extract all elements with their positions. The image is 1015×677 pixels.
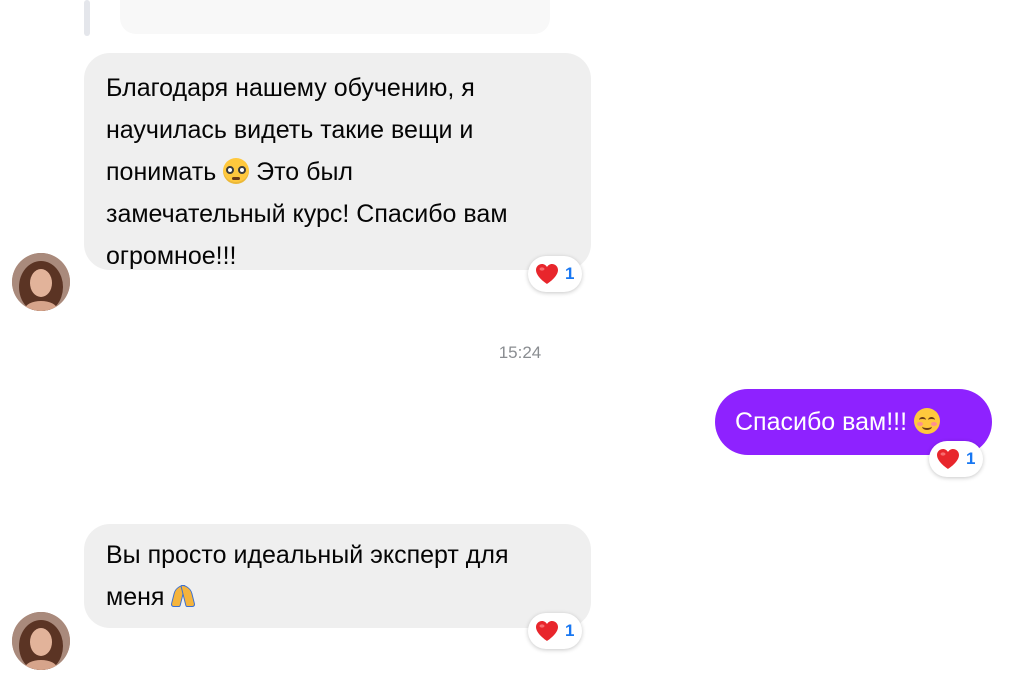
heart-icon [937, 449, 959, 469]
smiling-face-icon [914, 408, 941, 434]
reaction-count: 1 [565, 621, 575, 640]
incoming-message-bubble[interactable]: Благодаря нашему обучению, я научилась в… [84, 53, 591, 270]
heart-reaction[interactable]: 1 [528, 256, 583, 292]
reaction-count: 1 [565, 264, 575, 283]
message-text: меня [106, 583, 165, 611]
incoming-message-bubble[interactable]: Вы просто идеальный эксперт для меня [84, 524, 591, 628]
heart-reaction[interactable]: 1 [528, 613, 583, 649]
message-timestamp: 15:24 [498, 343, 542, 362]
message-line-with-emoji: меня [106, 576, 569, 618]
heart-reaction[interactable]: 1 [929, 441, 984, 477]
message-line-with-emoji: понимать Это был [106, 151, 569, 193]
nerd-face-icon [223, 158, 250, 184]
reply-quote-line [84, 0, 90, 36]
message-text: понимать [106, 158, 217, 186]
message-line: замечательный курс! Спасибо вам [106, 200, 508, 228]
previous-message-fragment [120, 0, 550, 34]
message-text: Это был [256, 158, 354, 186]
heart-icon [536, 621, 558, 641]
reaction-count: 1 [966, 449, 976, 468]
folded-hands-icon [170, 583, 197, 609]
message-line: Благодаря нашему обучению, я [106, 74, 475, 102]
message-line: Вы просто идеальный эксперт для [106, 541, 509, 569]
heart-icon [536, 264, 558, 284]
avatar[interactable] [12, 253, 70, 311]
message-line: научилась видеть такие вещи и [106, 116, 474, 144]
message-text: Спасибо вам!!! [735, 408, 908, 436]
avatar[interactable] [12, 612, 70, 670]
message-line: огромное!!! [106, 242, 237, 270]
